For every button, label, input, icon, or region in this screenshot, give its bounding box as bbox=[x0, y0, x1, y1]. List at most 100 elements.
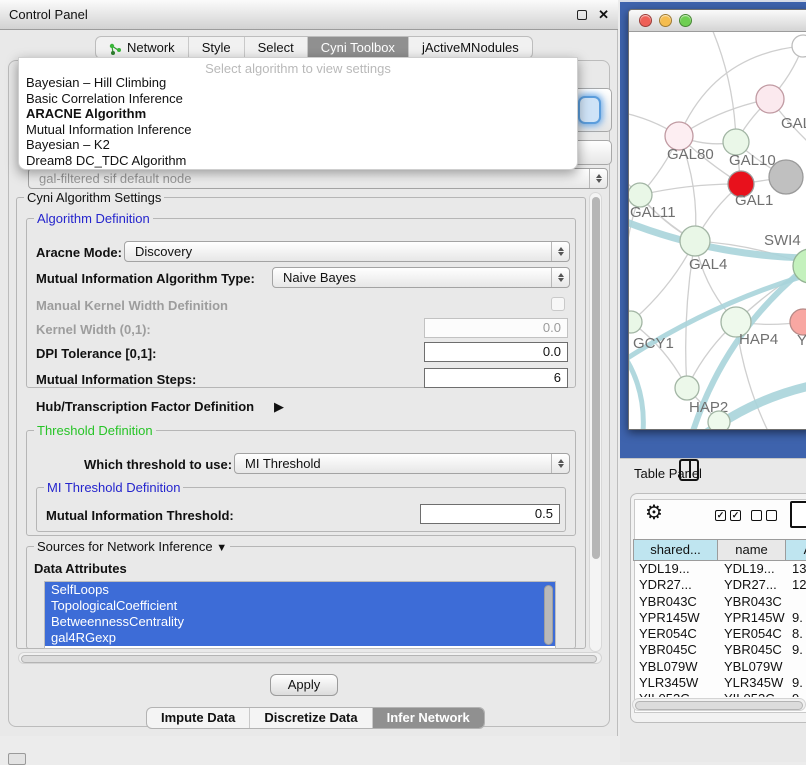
column-header-shared...[interactable]: shared... bbox=[633, 539, 718, 561]
settings-scrollbar[interactable] bbox=[589, 192, 602, 652]
mi-threshold-field[interactable]: 0.5 bbox=[420, 504, 560, 524]
algorithm-option[interactable]: Bayesian – K2 bbox=[19, 137, 577, 153]
table-cell[interactable]: YBR043C bbox=[633, 594, 718, 610]
document-icon[interactable] bbox=[790, 501, 806, 528]
table-hscrollbar[interactable] bbox=[632, 698, 806, 711]
table-row[interactable]: YLR345WYLR345W9. bbox=[633, 675, 806, 691]
table-cell[interactable]: YIL052C bbox=[718, 691, 786, 697]
table-cell[interactable]: YPR145W bbox=[633, 610, 718, 626]
network-node-gray-node[interactable] bbox=[769, 160, 803, 194]
tab-select[interactable]: Select bbox=[244, 37, 307, 58]
deselect-all-columns-icon[interactable] bbox=[751, 510, 777, 521]
focused-combo-stepper[interactable] bbox=[578, 96, 601, 124]
gear-icon[interactable]: ⚙ bbox=[645, 503, 663, 523]
table-row[interactable]: YDL19...YDL19...13 bbox=[633, 561, 806, 577]
network-node-hap2[interactable] bbox=[675, 376, 699, 400]
network-node-node-top-partial[interactable] bbox=[792, 35, 806, 57]
table-cell[interactable] bbox=[786, 594, 806, 610]
table-cell[interactable]: 9. bbox=[786, 675, 806, 691]
mi-steps-field[interactable]: 6 bbox=[424, 368, 568, 388]
manual-kernel-checkbox[interactable] bbox=[551, 297, 565, 311]
network-select-combo[interactable]: gal-filtered sif default node bbox=[28, 168, 608, 189]
minimize-traffic-light-icon[interactable] bbox=[659, 14, 672, 27]
table-cell[interactable]: YPR145W bbox=[718, 610, 786, 626]
tab-discretize-data[interactable]: Discretize Data bbox=[249, 708, 371, 728]
apply-button[interactable]: Apply bbox=[270, 674, 338, 696]
collapsed-panel-icon[interactable] bbox=[8, 753, 26, 765]
table-cell[interactable]: YDL19... bbox=[718, 561, 786, 577]
network-edge[interactable] bbox=[631, 322, 687, 388]
mi-type-combo[interactable]: Naive Bayes bbox=[272, 267, 570, 288]
table-cell[interactable]: 8. bbox=[786, 626, 806, 642]
float-window-icon[interactable] bbox=[577, 10, 587, 20]
sources-group-title[interactable]: Sources for Network Inference ▼ bbox=[34, 539, 230, 554]
hub-section-label[interactable]: Hub/Transcription Factor Definition bbox=[36, 399, 254, 414]
collapsed-arrow-icon[interactable]: ▶ bbox=[274, 399, 284, 415]
close-traffic-light-icon[interactable] bbox=[639, 14, 652, 27]
table-cell[interactable]: YDL19... bbox=[633, 561, 718, 577]
table-cell[interactable]: YDR27... bbox=[718, 577, 786, 593]
table-row[interactable]: YER054CYER054C8. bbox=[633, 626, 806, 642]
settings-hscrollbar-thumb[interactable] bbox=[21, 655, 597, 663]
table-row[interactable]: YPR145WYPR145W9. bbox=[633, 610, 806, 626]
network-edge[interactable] bbox=[679, 99, 770, 136]
data-attribute-item[interactable]: gal4RGexp bbox=[45, 630, 555, 646]
aracne-mode-combo[interactable]: Discovery bbox=[124, 241, 570, 262]
close-icon[interactable]: ✕ bbox=[598, 0, 609, 30]
tab-infer-network[interactable]: Infer Network bbox=[372, 708, 484, 728]
settings-hscrollbar[interactable] bbox=[18, 652, 602, 664]
table-cell[interactable]: YBR043C bbox=[718, 594, 786, 610]
network-window-titlebar[interactable] bbox=[629, 10, 806, 32]
column-browser-icon[interactable] bbox=[679, 459, 699, 481]
network-edge[interactable] bbox=[709, 32, 736, 142]
tab-style[interactable]: Style bbox=[188, 37, 244, 58]
select-all-columns-icon[interactable]: ✓ ✓ bbox=[715, 510, 741, 521]
algorithm-option[interactable]: Bayesian – Hill Climbing bbox=[19, 75, 577, 91]
table-cell[interactable]: YBR045C bbox=[718, 642, 786, 658]
table-row[interactable]: YBR045CYBR045C9. bbox=[633, 642, 806, 658]
which-threshold-combo[interactable]: MI Threshold bbox=[234, 453, 570, 474]
table-cell[interactable]: YDR27... bbox=[633, 577, 718, 593]
network-edge[interactable] bbox=[640, 184, 741, 195]
network-node-gal-clipped[interactable] bbox=[756, 85, 784, 113]
settings-scrollbar-thumb[interactable] bbox=[592, 197, 600, 559]
table-cell[interactable]: YER054C bbox=[633, 626, 718, 642]
algorithm-option[interactable]: Basic Correlation Inference bbox=[19, 91, 577, 107]
table-cell[interactable]: 12 bbox=[786, 577, 806, 593]
network-node-gal4[interactable] bbox=[680, 226, 710, 256]
algorithm-option[interactable]: ARACNE Algorithm bbox=[19, 106, 577, 122]
table-cell[interactable]: YLR345W bbox=[633, 675, 718, 691]
table-cell[interactable]: 13 bbox=[786, 561, 806, 577]
dpi-tolerance-field[interactable]: 0.0 bbox=[424, 342, 568, 362]
data-attribute-item[interactable]: SelfLoops bbox=[45, 582, 555, 598]
data-attribute-item[interactable]: BetweennessCentrality bbox=[45, 614, 555, 630]
column-header-name[interactable]: name bbox=[718, 539, 786, 561]
table-cell[interactable]: YBL079W bbox=[633, 659, 718, 675]
network-edge-thick[interactable] bbox=[629, 272, 806, 367]
data-attribute-item[interactable]: TopologicalCoefficient bbox=[45, 598, 555, 614]
table-cell[interactable]: YBL079W bbox=[718, 659, 786, 675]
table-cell[interactable]: 9. bbox=[786, 610, 806, 626]
table-row[interactable]: YDR27...YDR27...12 bbox=[633, 577, 806, 593]
attributes-scrollbar-thumb[interactable] bbox=[544, 585, 553, 645]
table-cell[interactable]: YLR345W bbox=[718, 675, 786, 691]
table-hscrollbar-thumb[interactable] bbox=[635, 701, 803, 710]
table-cell[interactable]: YER054C bbox=[718, 626, 786, 642]
table-row[interactable]: YBL079WYBL079W bbox=[633, 659, 806, 675]
table-cell[interactable]: 9. bbox=[786, 642, 806, 658]
table-row[interactable]: YIL052CYIL052C9 bbox=[633, 691, 806, 697]
table-cell[interactable] bbox=[786, 659, 806, 675]
network-canvas[interactable]: GALGAL80GAL10GAL1GAL11SWI4GAL4GCY1HAP4YH… bbox=[629, 32, 806, 430]
tab-network[interactable]: Network bbox=[96, 37, 188, 58]
table-row[interactable]: YBR043CYBR043C bbox=[633, 594, 806, 610]
network-view-window[interactable]: GALGAL80GAL10GAL1GAL11SWI4GAL4GCY1HAP4YH… bbox=[628, 9, 806, 430]
network-node-node-bottom-partial[interactable] bbox=[708, 411, 730, 430]
algorithm-option[interactable]: Dream8 DC_TDC Algorithm bbox=[19, 153, 577, 169]
table-cell[interactable]: YBR045C bbox=[633, 642, 718, 658]
tab-cyni-toolbox[interactable]: Cyni Toolbox bbox=[307, 37, 408, 58]
zoom-traffic-light-icon[interactable] bbox=[679, 14, 692, 27]
data-attributes-list[interactable]: SelfLoopsTopologicalCoefficientBetweenne… bbox=[44, 581, 556, 649]
tab-jactivemnodules[interactable]: jActiveMNodules bbox=[408, 37, 532, 58]
column-header-A[interactable]: A bbox=[786, 539, 806, 561]
table-cell[interactable]: 9 bbox=[786, 691, 806, 697]
